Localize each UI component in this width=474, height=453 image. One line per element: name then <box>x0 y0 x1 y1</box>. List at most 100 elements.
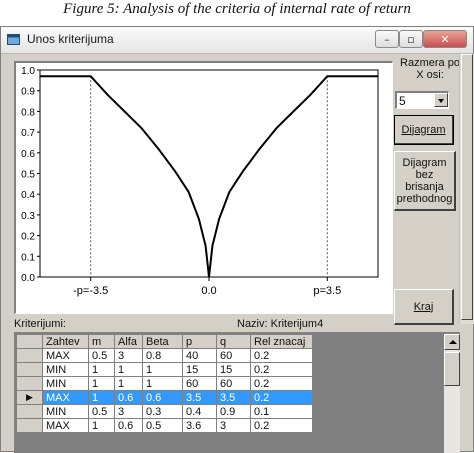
grid-cell[interactable]: MIN <box>42 376 89 391</box>
grid-cell[interactable]: 0.6 <box>114 418 143 433</box>
close-button[interactable]: ✕ <box>423 30 467 48</box>
y-tick-label: 0.0 <box>21 273 35 284</box>
data-point <box>174 170 176 173</box>
grid-cell[interactable]: 0.8 <box>142 348 183 363</box>
grid-cell[interactable]: 40 <box>182 348 217 363</box>
y-tick-label: 0.8 <box>21 107 35 118</box>
grid-cell[interactable]: 0.2 <box>250 362 313 377</box>
grid-cell[interactable]: 1 <box>114 376 143 391</box>
scale-select[interactable]: 5 <box>395 91 449 109</box>
column-header: Zahtev <box>42 334 89 349</box>
diagram-no-delete-label: Dijagram bez brisanja prethodnog <box>396 156 453 205</box>
criteria-table: Zahtev m Alfa Beta p q Rel znacaj MAX 0.5 3 0.8 40 6… <box>16 334 313 433</box>
grid-cell[interactable]: 3.5 <box>182 390 217 405</box>
chart-area: 1.0 0.9 0.8 0.7 0.6 0.5 0.4 0.3 0.2 0.1 0.0 -p=-3.5… <box>14 61 393 314</box>
maximize-button[interactable]: ▫ <box>399 30 423 48</box>
row-header: ▶ <box>16 390 43 405</box>
minimize-button[interactable]: – <box>375 30 399 48</box>
data-point <box>123 110 126 112</box>
grid-cell[interactable]: 60 <box>182 376 217 391</box>
y-tick-label: 0.5 <box>21 170 35 181</box>
grid-cell[interactable]: 3.6 <box>182 418 217 433</box>
data-point <box>211 245 213 247</box>
grid-cell[interactable]: 0.9 <box>216 404 251 419</box>
chart-svg: 1.0 0.9 0.8 0.7 0.6 0.5 0.4 0.3 0.2 0.1 0.0 -p=-3.5… <box>21 66 379 297</box>
diagram-no-delete-button[interactable]: Dijagram bez brisanja prethodnog <box>394 151 456 211</box>
data-point <box>259 148 261 150</box>
row-header <box>16 362 43 377</box>
data-point <box>107 94 109 96</box>
grid-cell[interactable]: 1 <box>114 362 143 377</box>
grid-cell[interactable]: 0.6 <box>114 390 143 405</box>
row-header <box>16 404 43 419</box>
data-point <box>208 276 210 278</box>
grid-cell[interactable]: 1 <box>142 362 183 377</box>
data-point <box>140 127 142 129</box>
grid-cell[interactable]: 3.5 <box>216 390 251 405</box>
data-point <box>198 218 200 220</box>
grid-cell[interactable]: 1 <box>88 418 115 433</box>
row-header <box>16 376 43 391</box>
data-point <box>157 148 159 150</box>
table-row[interactable]: MAX 1 0.6 0.5 3.6 3 0.2 <box>16 418 313 433</box>
grid-cell[interactable]: 15 <box>182 362 217 377</box>
scale-label: Razmera po X osi: <box>400 57 460 81</box>
table-row[interactable]: MIN 1 1 1 60 60 0.2 <box>16 376 313 391</box>
grid-cell[interactable]: 1 <box>88 390 115 405</box>
grid-cell[interactable]: MIN <box>42 362 89 377</box>
column-header: q <box>216 334 251 349</box>
row-header <box>16 348 43 363</box>
data-point <box>326 75 328 77</box>
exit-button[interactable]: Kraj <box>394 289 454 325</box>
table-row[interactable]: MAX 0.5 3 0.8 40 60 0.2 <box>16 348 313 363</box>
chevron-down-icon[interactable] <box>434 93 448 107</box>
grid-cell[interactable]: 0.5 <box>88 348 115 363</box>
grid-cell[interactable]: MAX <box>42 418 89 433</box>
diagram-button[interactable]: Dijagram <box>394 115 454 145</box>
grid-scrollbar[interactable] <box>444 334 460 453</box>
column-header: m <box>88 334 115 349</box>
grid-cell[interactable]: 0.6 <box>142 390 183 405</box>
grid-cell[interactable]: 1 <box>142 376 183 391</box>
diagram-button-label: Dijagram <box>401 123 446 136</box>
criteria-label: Kriterijumi: <box>14 318 66 330</box>
grid-cell[interactable]: 60 <box>216 376 251 391</box>
scroll-up-button[interactable] <box>444 334 460 350</box>
grid-header-row: Zahtev m Alfa Beta p q Rel znacaj <box>16 334 313 349</box>
grid-cell[interactable]: 0.5 <box>142 418 183 433</box>
grid-cell[interactable]: 0.2 <box>250 390 313 405</box>
grid-cell[interactable]: 0.4 <box>182 404 217 419</box>
grid-cell[interactable]: 0.2 <box>250 348 313 363</box>
table-row[interactable]: MIN 1 1 1 15 15 0.2 <box>16 362 313 377</box>
grid-cell[interactable]: 0.3 <box>142 404 183 419</box>
table-row[interactable]: MIN 0.5 3 0.3 0.4 0.9 0.1 <box>16 404 313 419</box>
app-icon <box>7 34 20 45</box>
grid-cell[interactable]: 0.2 <box>250 418 313 433</box>
window-scrollbar-thumb[interactable] <box>461 54 473 320</box>
grid-cell[interactable]: 0.5 <box>88 404 115 419</box>
grid-cell[interactable]: MAX <box>42 348 89 363</box>
y-tick-label: 0.3 <box>21 211 35 222</box>
column-header: Beta <box>142 334 183 349</box>
y-tick-label: 0.9 <box>21 87 35 98</box>
grid-cell[interactable]: 3 <box>114 404 143 419</box>
grid-cell[interactable]: 3 <box>216 418 251 433</box>
row-header <box>16 418 43 433</box>
x-tick-label: p=3.5 <box>313 285 341 297</box>
table-row[interactable]: ▶ MAX 1 0.6 0.6 3.5 3.5 0.2 <box>16 390 313 405</box>
grid-cell[interactable]: MIN <box>42 404 89 419</box>
window-scrollbar[interactable] <box>459 54 474 324</box>
grid-cell[interactable]: 3 <box>114 348 143 363</box>
grid-cell[interactable]: 1 <box>88 362 115 377</box>
grid-cell[interactable]: MAX <box>42 390 89 405</box>
grid-cell[interactable]: 15 <box>216 362 251 377</box>
grid-cell[interactable]: 0.2 <box>250 376 313 391</box>
criterion-name-label: Naziv: Kriterijum4 <box>237 318 324 330</box>
grid-cell[interactable]: 1 <box>88 376 115 391</box>
data-point <box>218 218 220 220</box>
grid-cell[interactable]: 60 <box>216 348 251 363</box>
grid-cell[interactable]: 0.1 <box>250 404 313 419</box>
grid-scrollbar-thumb[interactable] <box>444 352 460 386</box>
data-point <box>188 191 190 193</box>
y-tick-label: 1.0 <box>21 66 35 77</box>
